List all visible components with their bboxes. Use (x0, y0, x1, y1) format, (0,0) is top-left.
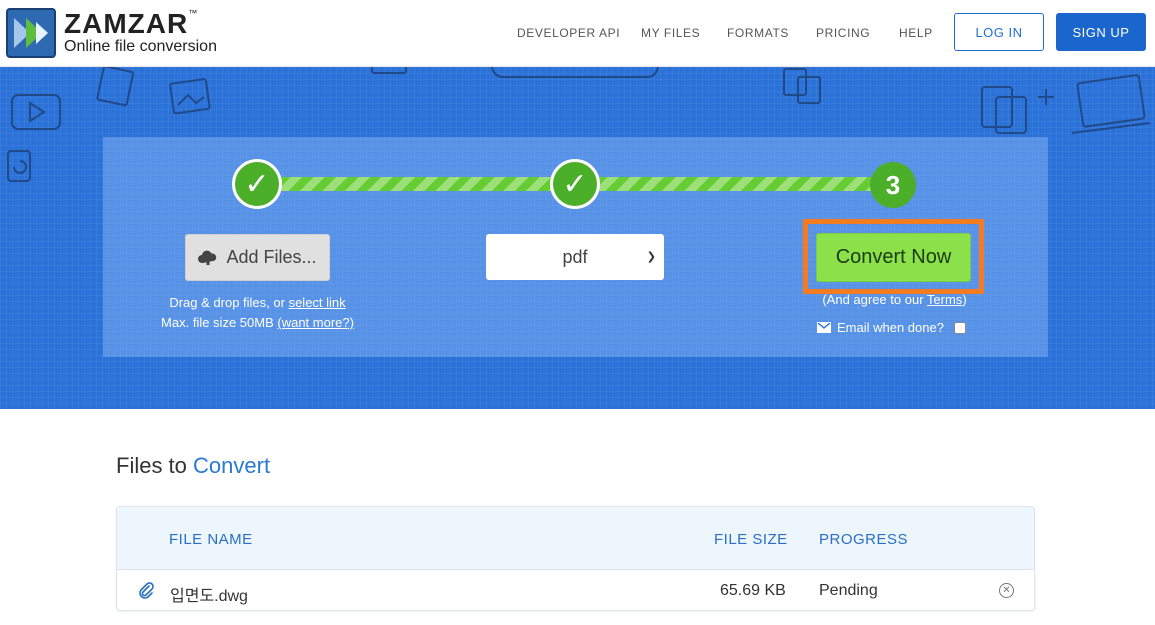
file-mov-doodle-icon (96, 67, 135, 107)
drag-drop-text: Drag & drop files, or (169, 295, 285, 310)
cloud-upload-icon (198, 250, 217, 265)
close-circle-icon[interactable]: ✕ (999, 583, 1014, 598)
column-progress: PROGRESS (819, 531, 909, 548)
laptop-doodle-icon (1071, 74, 1151, 134)
format-selected-value: pdf (562, 246, 588, 267)
format-select[interactable]: pdf ❯ (486, 234, 664, 280)
nav-my-files[interactable]: MY FILES (641, 26, 700, 40)
plus-doodle-icon (1038, 89, 1054, 105)
paperclip-icon (139, 582, 154, 599)
convert-now-button[interactable]: Convert Now (816, 233, 971, 282)
max-size-text: Max. file size 50MB (161, 315, 274, 330)
logo-tagline: Online file conversion (64, 38, 217, 55)
files-doodle-icon (783, 68, 821, 104)
image-doodle-icon (169, 78, 211, 115)
files-to-convert-heading: Files to Convert (116, 453, 271, 478)
add-files-label: Add Files... (226, 247, 317, 267)
card-doodle-icon (371, 67, 407, 74)
envelope-icon (817, 322, 831, 333)
want-more-link[interactable]: (want more?) (277, 315, 354, 330)
chevron-down-icon: ❯ (646, 251, 656, 263)
login-button[interactable]: LOG IN (954, 13, 1044, 51)
file-size-cell: 65.69 KB (720, 582, 786, 599)
drag-drop-help: Drag & drop files, or select link Max. f… (120, 293, 395, 333)
email-when-done-row: Email when done? (817, 320, 966, 335)
site-header: ZAMZAR™ Online file conversion DEVELOPER… (0, 0, 1155, 67)
logo-wordmark: ZAMZAR™ (64, 8, 199, 39)
nav-pricing[interactable]: PRICING (816, 26, 870, 40)
video-doodle-icon (11, 94, 61, 130)
clipboard-doodle-icon (981, 86, 1027, 134)
files-table: FILE NAME FILE SIZE PROGRESS 입면도.dwg 65.… (116, 506, 1035, 611)
step-3-current: 3 (870, 162, 916, 208)
step-2-complete: ✓ (550, 159, 600, 209)
file-name-cell: 입면도.dwg (170, 588, 248, 605)
nav-help[interactable]: HELP (899, 26, 933, 40)
check-icon: ✓ (562, 167, 588, 201)
column-file-size: FILE SIZE (714, 531, 788, 548)
nav-developer-api[interactable]: DEVELOPER API (517, 26, 620, 40)
email-when-done-label: Email when done? (837, 320, 944, 335)
signup-button[interactable]: SIGN UP (1056, 13, 1146, 51)
nav-formats[interactable]: FORMATS (727, 26, 789, 40)
email-when-done-checkbox[interactable] (953, 321, 966, 334)
refresh-doodle-icon (7, 150, 31, 182)
step-1-complete: ✓ (232, 159, 282, 209)
column-file-name: FILE NAME (169, 531, 253, 548)
zamzar-logo-icon (6, 8, 56, 58)
check-icon: ✓ (244, 167, 270, 201)
add-files-button[interactable]: Add Files... (185, 234, 330, 281)
terms-link[interactable]: Terms (927, 292, 962, 307)
zamzar-logo[interactable]: ZAMZAR™ Online file conversion (6, 6, 236, 58)
terms-agreement: (And agree to our Terms) (822, 292, 967, 307)
keyboard-doodle-icon (491, 67, 659, 78)
select-link[interactable]: select link (289, 295, 346, 310)
file-progress-cell: Pending (819, 582, 878, 599)
